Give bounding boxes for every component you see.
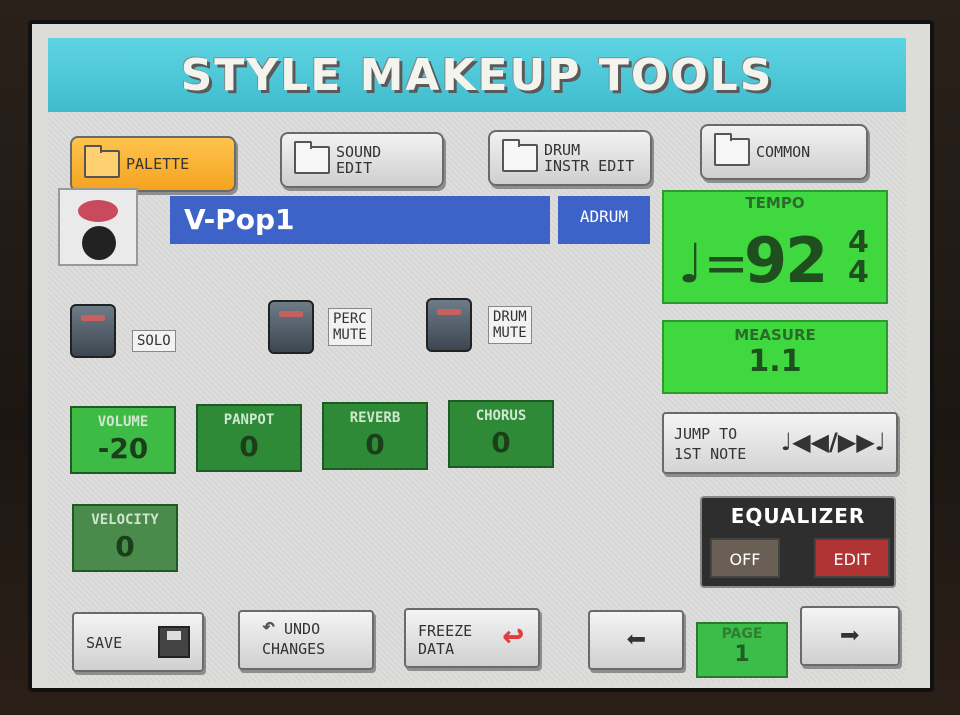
solo-toggle[interactable] [70, 304, 116, 358]
measure-value: 1.1 [748, 344, 802, 379]
solo-label: SOLO [132, 330, 176, 352]
tab-label: PALETTE [126, 155, 190, 173]
tab-palette[interactable]: PALETTE [70, 136, 236, 192]
param-value: 0 [491, 426, 511, 459]
lcd-screen: STYLE MAKEUP TOOLS PALETTE SOUND EDIT DRU… [28, 20, 934, 692]
param-label: VELOCITY [91, 512, 159, 528]
perc-mute-label: PERC MUTE [328, 308, 372, 346]
drum-kit-icon [58, 188, 138, 266]
title-bar: STYLE MAKEUP TOOLS [48, 38, 906, 112]
freeze-arrow-icon: ↩ [502, 615, 524, 656]
freeze-label: FREEZE DATA [418, 622, 473, 658]
left-arrow-icon: ⬅ [625, 620, 647, 660]
tab-label: SOUND EDIT [336, 143, 382, 177]
param-value: 0 [115, 530, 135, 563]
measure-label: MEASURE [734, 326, 816, 344]
tab-drum-instr-edit[interactable]: DRUM INSTR EDIT [488, 130, 652, 186]
next-page-button[interactable]: ➡ [800, 606, 900, 666]
volume-param[interactable]: VOLUME -20 [70, 406, 176, 474]
tab-sound-edit[interactable]: SOUND EDIT [280, 132, 444, 188]
tempo-value: 92 [744, 224, 828, 297]
page-value: 1 [734, 642, 750, 667]
param-label: REVERB [349, 410, 401, 426]
tab-common[interactable]: COMMON [700, 124, 868, 180]
tab-label: COMMON [756, 143, 811, 161]
velocity-param[interactable]: VELOCITY 0 [72, 504, 178, 572]
right-arrow-icon: ➡ [839, 616, 861, 656]
save-button[interactable]: SAVE [72, 612, 204, 672]
screen-content: STYLE MAKEUP TOOLS PALETTE SOUND EDIT DRU… [48, 38, 906, 682]
perc-mute-toggle[interactable] [268, 300, 314, 354]
jump-to-first-note-button[interactable]: JUMP TO 1ST NOTE ♩◀◀/▶▶♩ [662, 412, 898, 474]
reverb-param[interactable]: REVERB 0 [322, 402, 428, 470]
page-indicator: PAGE 1 [696, 622, 788, 678]
param-value: 0 [239, 430, 259, 463]
param-label: VOLUME [97, 414, 149, 430]
panpot-param[interactable]: PANPOT 0 [196, 404, 302, 472]
save-label: SAVE [86, 634, 123, 652]
folder-icon [294, 141, 330, 174]
measure-display[interactable]: MEASURE 1.1 [662, 320, 888, 394]
undo-arrow-icon: ↶ [262, 614, 276, 639]
jump-arrows-icon: ♩◀◀/▶▶♩ [780, 428, 886, 456]
param-label: PANPOT [223, 412, 275, 428]
jump-label: JUMP TO 1ST NOTE [674, 425, 747, 463]
eq-off-button[interactable]: OFF [710, 538, 780, 578]
page-title: STYLE MAKEUP TOOLS [180, 49, 774, 101]
time-signature: 44 [848, 225, 869, 290]
folder-icon [84, 145, 120, 178]
drum-mute-label: DRUM MUTE [488, 306, 532, 344]
undo-label: UNDO [284, 620, 321, 638]
style-name-field[interactable]: V-Pop1 [170, 196, 550, 244]
drum-mute-toggle[interactable] [426, 298, 472, 352]
chorus-param[interactable]: CHORUS 0 [448, 400, 554, 468]
undo-changes-button[interactable]: ↶ UNDO CHANGES [238, 610, 374, 670]
floppy-disk-icon [158, 626, 190, 658]
folder-icon [714, 133, 750, 166]
changes-label: CHANGES [262, 640, 326, 658]
equalizer-title: EQUALIZER [730, 504, 866, 528]
track-name-badge: ADRUM [558, 196, 650, 244]
prev-page-button[interactable]: ⬅ [588, 610, 684, 670]
freeze-data-button[interactable]: FREEZE DATA ↩ [404, 608, 540, 668]
tempo-display[interactable]: TEMPO ♩= 92 44 [662, 190, 888, 304]
page-label: PAGE [721, 626, 763, 642]
quarter-note-icon: ♩= [678, 232, 749, 295]
device-bezel: STYLE MAKEUP TOOLS PALETTE SOUND EDIT DRU… [0, 0, 960, 715]
param-value: -20 [97, 432, 149, 465]
eq-edit-button[interactable]: EDIT [814, 538, 890, 578]
tab-label: DRUM INSTR EDIT [544, 141, 635, 175]
equalizer-panel: EQUALIZER OFF EDIT [700, 496, 896, 588]
tempo-label: TEMPO [745, 194, 805, 212]
folder-icon [502, 139, 538, 172]
param-value: 0 [365, 428, 385, 461]
param-label: CHORUS [475, 408, 527, 424]
